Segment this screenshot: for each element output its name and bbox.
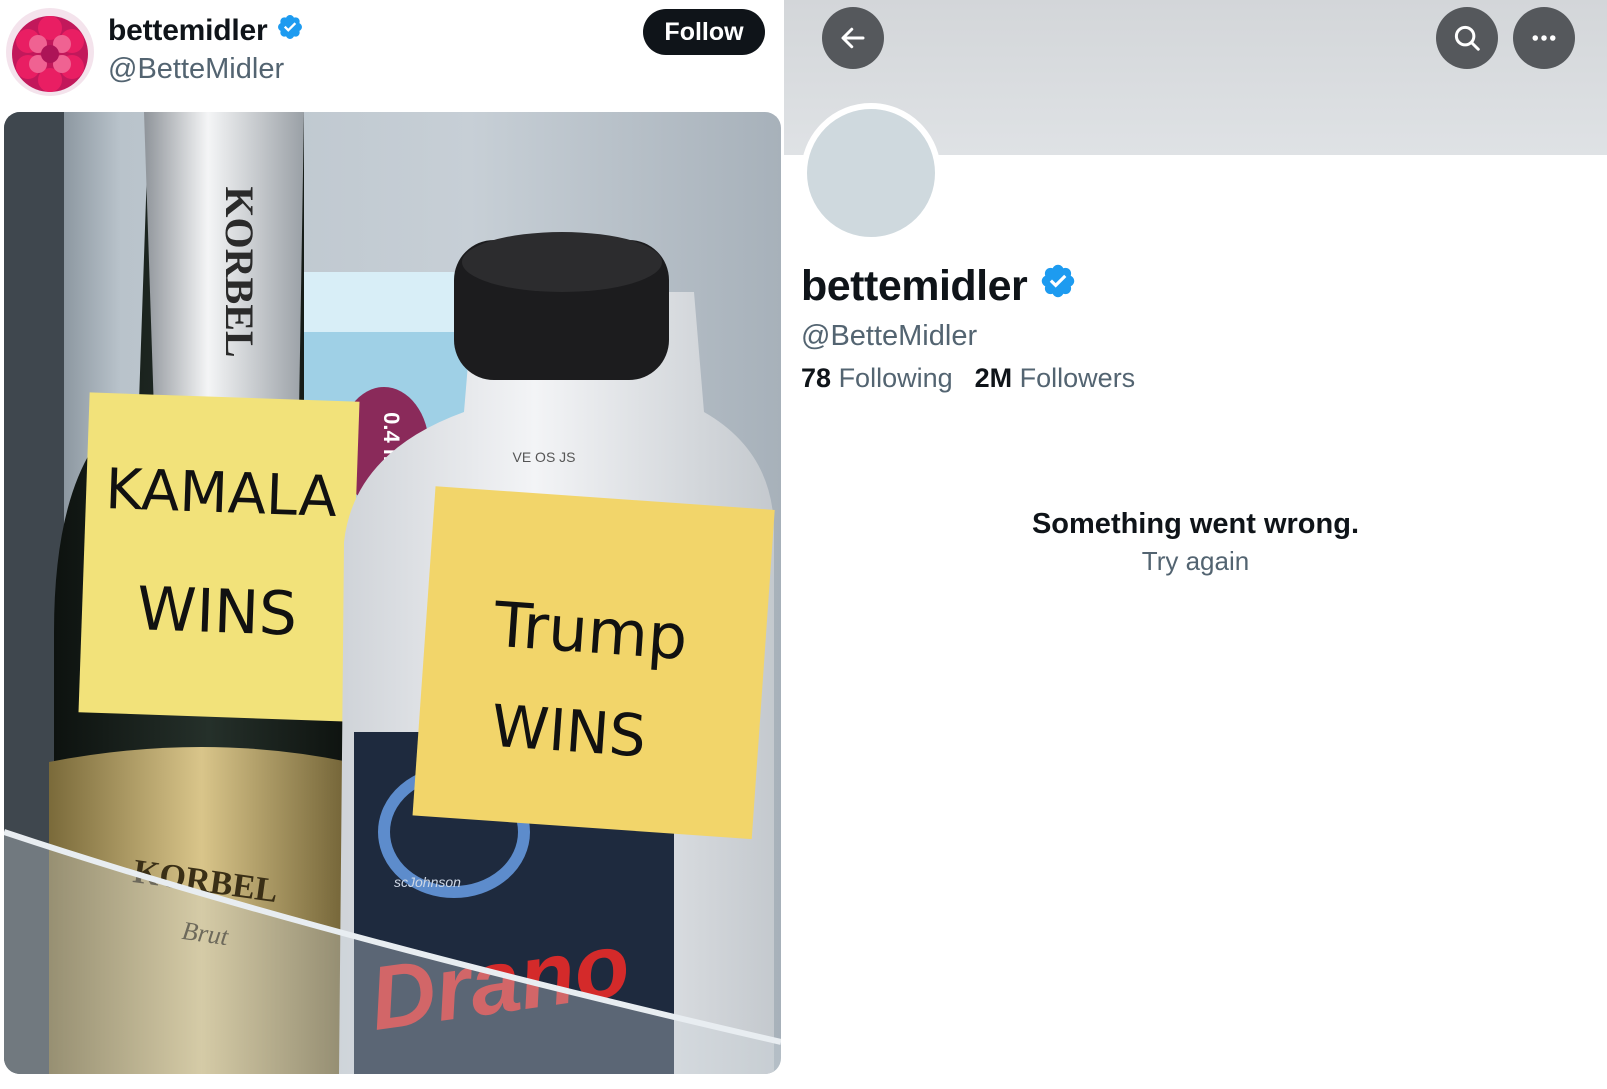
search-icon [1454,25,1480,51]
note-right-line1: Trump [491,588,690,674]
tweet-panel: bettemidler @BetteMidler Follow 0.4 mL K… [0,0,784,1089]
followers-count: 2M [974,363,1013,393]
cap-code-text: VE OS JS [512,449,575,465]
profile-avatar[interactable] [801,103,941,243]
following-link[interactable]: 78 Following [801,363,953,394]
sticky-note-right: Trump WINS [412,486,775,840]
verified-badge-icon [276,13,304,49]
arrow-left-icon [841,27,865,49]
profile-panel: bettemidler @BetteMidler 78 Following 2M… [784,0,1607,1089]
search-button[interactable] [1436,7,1498,69]
retry-row: Try again [784,546,1607,577]
followers-link[interactable]: 2M Followers [975,363,1136,394]
note-right-line2: WINS [489,692,648,771]
note-left-line2: WINS [136,574,298,650]
followers-label: Followers [1019,363,1136,393]
tweet-author-handle[interactable]: @BetteMidler [108,53,284,86]
profile-name-row: bettemidler [801,262,1077,311]
verified-badge-icon[interactable] [1039,262,1077,311]
champagne-brand-text: KORBEL [217,186,262,357]
dahlia-avatar-image [6,8,94,96]
more-horizontal-icon [1532,35,1556,41]
tweet-display-name[interactable]: bettemidler [108,14,268,48]
more-options-button[interactable] [1513,7,1575,69]
profile-handle: @BetteMidler [801,320,978,352]
error-message: Something went wrong. [1031,508,1360,540]
drain-maker-text: scJohnson [394,874,461,890]
follow-button[interactable]: Follow [643,9,765,55]
try-again-link[interactable]: Try again [1142,546,1249,576]
profile-display-name: bettemidler [801,262,1028,310]
back-button[interactable] [822,7,884,69]
profile-stats: 78 Following 2M Followers [801,363,1135,394]
tweet-avatar[interactable] [6,8,94,96]
note-left-line1: KAMALA [104,457,338,530]
fridge-door-photo: 0.4 mL KORBEL KORBEL Brut KAMALA WINS VE… [4,112,781,1074]
following-count: 78 [801,363,832,393]
tweet-author-name[interactable]: bettemidler [108,13,304,49]
sticky-note-left: KAMALA WINS [78,392,360,722]
tweet-photo[interactable]: 0.4 mL KORBEL KORBEL Brut KAMALA WINS VE… [4,112,781,1074]
following-label: Following [838,363,953,393]
